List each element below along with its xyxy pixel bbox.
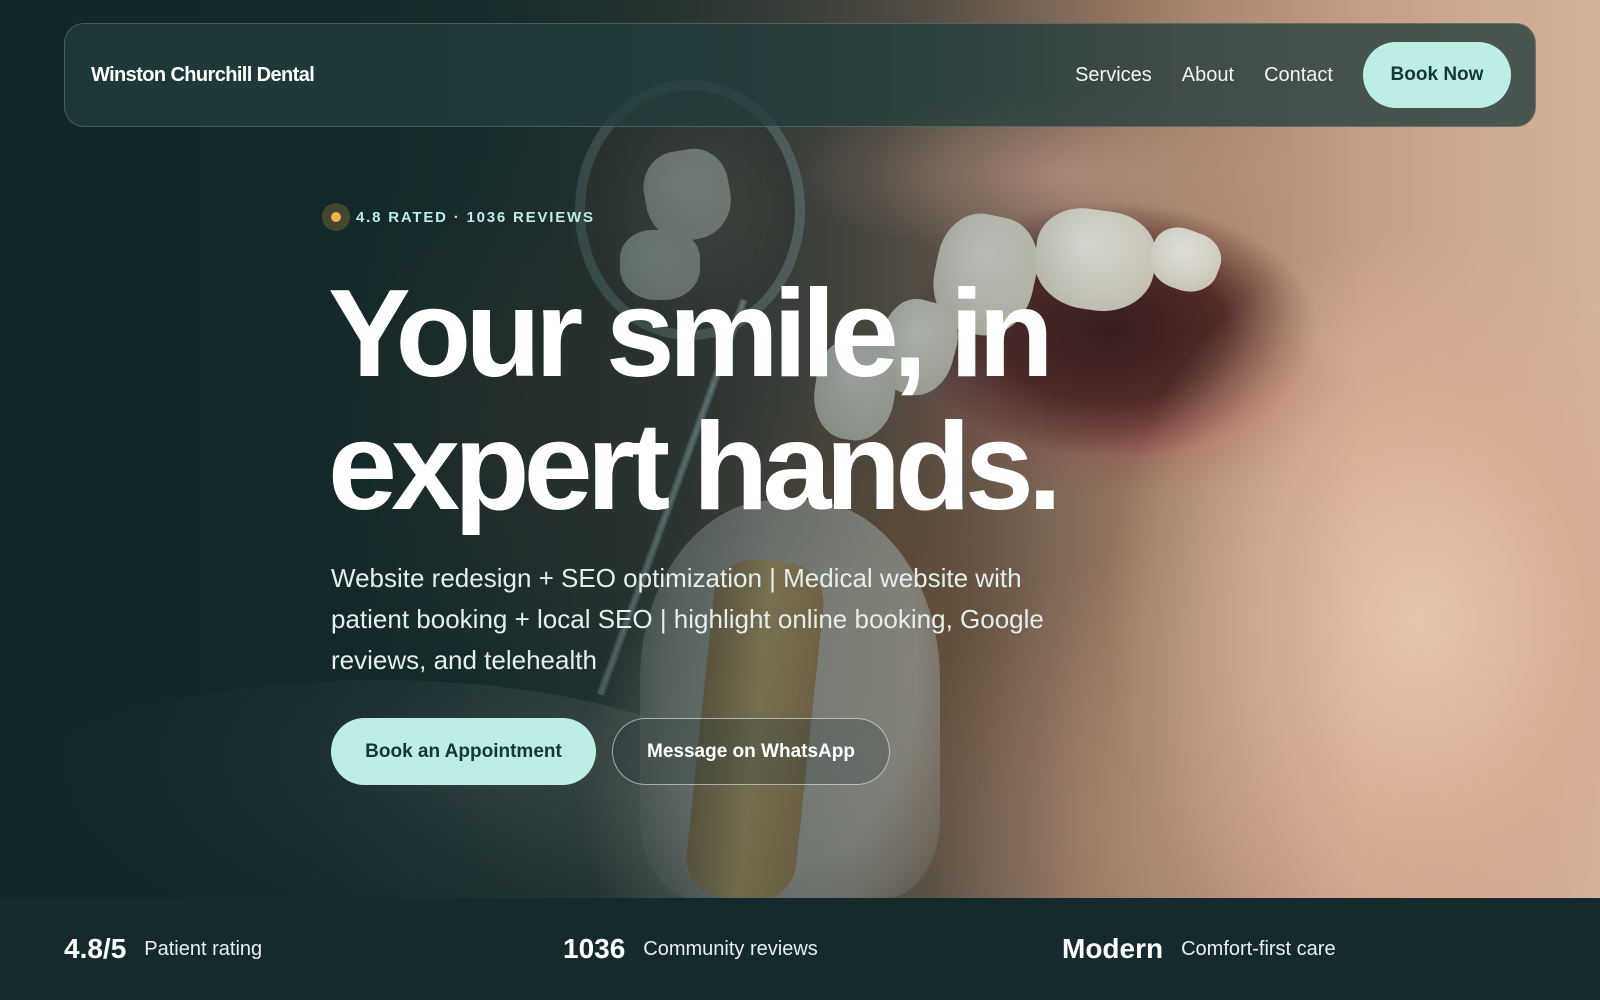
top-navbar: Winston Churchill Dental Services About … [64,23,1536,127]
hero-cta-group: Book an Appointment Message on WhatsApp [331,718,890,785]
hero-headline: Your smile, in expert hands. [328,268,1228,534]
stat-modern-care: Modern Comfort-first care [1062,898,1336,1000]
whatsapp-message-button[interactable]: Message on WhatsApp [612,718,890,785]
nav-menu: Services About Contact Book Now [1075,42,1511,108]
stat-label: Patient rating [144,937,263,960]
stat-label: Community reviews [643,937,818,960]
nav-link-services[interactable]: Services [1075,64,1152,87]
rating-dot-icon [322,203,350,231]
rating-badge-text: 4.8 RATED · 1036 REVIEWS [356,208,595,226]
book-now-button[interactable]: Book Now [1363,42,1511,108]
hero-subtext: Website redesign + SEO optimization | Me… [331,563,1044,675]
stat-value: 1036 [563,933,626,964]
stat-patient-rating: 4.8/5 Patient rating [64,898,262,1000]
hero-headline-line-1: Your smile, in [328,265,1054,403]
nav-link-about[interactable]: About [1182,64,1234,87]
stat-value: 4.8/5 [64,933,127,964]
stat-community-reviews: 1036 Community reviews [563,898,818,1000]
book-appointment-button[interactable]: Book an Appointment [331,718,596,785]
stats-bar: 4.8/5 Patient rating 1036 Community revi… [0,898,1600,1000]
rating-badge: 4.8 RATED · 1036 REVIEWS [322,203,595,231]
hero-headline-line-2: expert hands. [328,398,1062,536]
stat-value: Modern [1062,933,1164,964]
nav-link-contact[interactable]: Contact [1264,64,1333,87]
brand-logo-text[interactable]: Winston Churchill Dental [91,64,315,87]
stat-label: Comfort-first care [1181,937,1336,960]
